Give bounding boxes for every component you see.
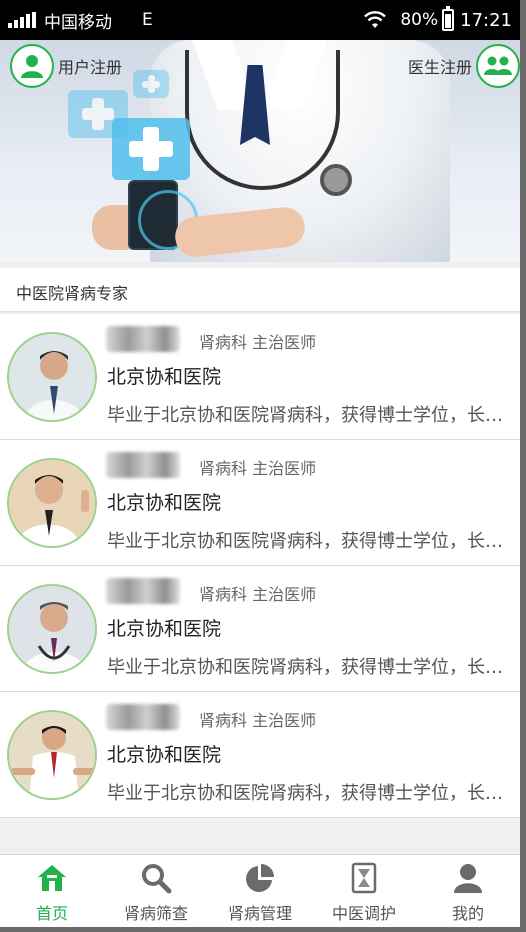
doctor-list-item[interactable]: 肾病科 主治医师 北京协和医院 毕业于北京协和医院肾病科，获得博士学位，长期从事…	[0, 314, 520, 440]
clock: 17:21	[460, 9, 512, 31]
doctor-list-item[interactable]: 肾病科 主治医师 北京协和医院 毕业于北京协和医院肾病科，获得博士学位，长期从事…	[0, 566, 520, 692]
battery-level: 80%	[400, 10, 439, 30]
network-type: E	[142, 10, 153, 30]
user-icon	[10, 44, 54, 88]
doctor-avatar	[7, 332, 97, 422]
tab-screening-label: 肾病筛查	[123, 904, 188, 923]
tab-tcm-care[interactable]: 中医调护	[312, 855, 416, 927]
doctor-department: 肾病科 主治医师	[199, 585, 317, 604]
doctor-department: 肾病科 主治医师	[199, 459, 317, 478]
tab-tcm-care-label: 中医调护	[331, 904, 396, 923]
pie-chart-icon	[246, 864, 274, 892]
doctor-description: 毕业于北京协和医院肾病科，获得博士学位，长期从事肾病临床工作	[107, 531, 517, 552]
medical-cross-icon	[112, 118, 190, 180]
tab-profile[interactable]: 我的	[416, 855, 520, 927]
doctor-list: 肾病科 主治医师 北京协和医院 毕业于北京协和医院肾病科，获得博士学位，长期从事…	[0, 314, 520, 818]
tab-home[interactable]: 首页	[0, 855, 104, 927]
doctor-avatar	[7, 458, 97, 548]
group-icon	[476, 44, 520, 88]
tab-management-label: 肾病管理	[227, 904, 292, 923]
doctor-description: 毕业于北京协和医院肾病科，获得博士学位，长期从事肾病临床工作	[107, 783, 517, 804]
medical-cross-icon	[133, 70, 169, 98]
person-icon	[454, 864, 482, 893]
user-register-label: 用户注册	[58, 58, 123, 77]
doctor-department: 肾病科 主治医师	[199, 333, 317, 352]
doctor-list-item[interactable]: 肾病科 主治医师 北京协和医院 毕业于北京协和医院肾病科，获得博士学位，长期从事…	[0, 692, 520, 818]
doctor-hospital: 北京协和医院	[107, 366, 222, 388]
hourglass-icon	[351, 862, 377, 894]
home-icon	[38, 865, 66, 891]
doctor-register-button[interactable]: 医生注册	[408, 44, 520, 88]
doctor-description: 毕业于北京协和医院肾病科，获得博士学位，长期从事肾病临床工作	[107, 657, 517, 678]
doctor-name-blurred	[106, 326, 180, 352]
tab-profile-label: 我的	[451, 904, 484, 923]
doctor-register-label: 医生注册	[407, 58, 472, 77]
doctor-hospital: 北京协和医院	[107, 744, 222, 766]
wifi-icon	[364, 11, 387, 28]
doctor-name-blurred	[106, 704, 180, 730]
doctor-hospital: 北京协和医院	[107, 618, 222, 640]
doctor-name-blurred	[106, 452, 180, 478]
bottom-tab-bar: 首页 肾病筛查 肾病管理 中医调护 我的	[0, 854, 520, 927]
status-bar: 中国移动 E 80% 17:21	[0, 0, 520, 40]
doctor-hospital: 北京协和医院	[107, 492, 222, 514]
tab-home-label: 首页	[35, 904, 68, 923]
doctor-name-blurred	[106, 578, 180, 604]
doctor-avatar	[7, 584, 97, 674]
user-register-button[interactable]: 用户注册	[10, 44, 122, 88]
battery-icon	[442, 6, 455, 31]
doctor-avatar	[7, 710, 97, 800]
section-title: 中医院肾病专家	[0, 268, 520, 312]
doctor-department: 肾病科 主治医师	[199, 711, 317, 730]
tab-screening[interactable]: 肾病筛查	[104, 855, 208, 927]
carrier-name: 中国移动	[44, 12, 112, 33]
tab-management[interactable]: 肾病管理	[208, 855, 312, 927]
doctor-description: 毕业于北京协和医院肾病科，获得博士学位，长期从事肾病临床工作	[107, 405, 517, 426]
doctor-list-item[interactable]: 肾病科 主治医师 北京协和医院 毕业于北京协和医院肾病科，获得博士学位，长期从事…	[0, 440, 520, 566]
signal-icon	[8, 12, 36, 28]
search-icon	[142, 864, 172, 894]
